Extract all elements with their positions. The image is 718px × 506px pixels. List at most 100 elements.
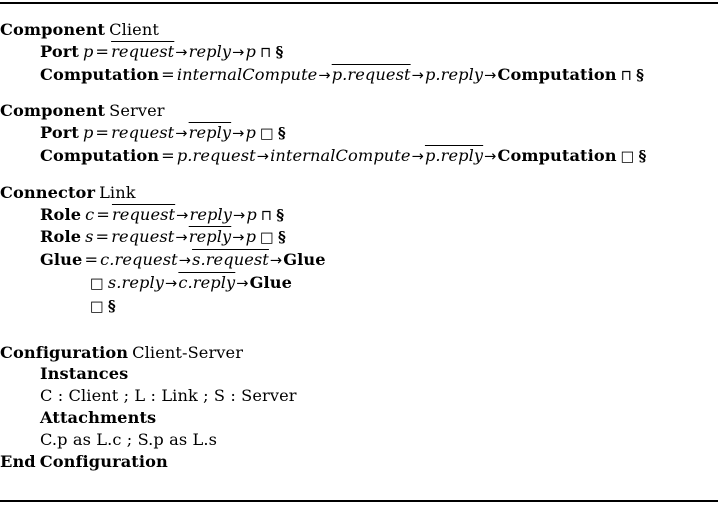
- term-c-reply-overlined: c.reply: [178, 272, 236, 292]
- configuration-header: Configuration Client-Server: [0, 342, 718, 364]
- section-icon: §: [107, 296, 116, 315]
- keyword-connector: Connector: [0, 182, 96, 202]
- term-p-reply: p.reply: [424, 64, 484, 84]
- arrow-icon: →: [236, 274, 249, 292]
- term-c-request: c.request: [100, 250, 178, 270]
- component-server-header: Component Server: [0, 100, 718, 122]
- glue-alternative-1-line: □ s.reply→c.reply→Glue: [0, 272, 718, 295]
- term-p-request: p.request: [176, 145, 256, 165]
- client-computation-line: Computation = internalCompute→p.request→p.…: [0, 64, 718, 87]
- arrow-icon: →: [176, 206, 189, 224]
- equals-sign: =: [84, 250, 99, 270]
- attachments-list: C.p as L.c ; S.p as L.s: [40, 429, 218, 449]
- keyword-computation: Computation: [40, 145, 160, 165]
- bottom-horizontal-rule: [0, 500, 718, 502]
- arrow-icon: →: [411, 147, 424, 165]
- server-port-line: Port p = request→reply→p □ §: [0, 122, 718, 145]
- keyword-end: End: [0, 451, 36, 471]
- keyword-port: Port: [40, 123, 79, 143]
- arrow-icon: →: [165, 274, 178, 292]
- box-icon: □: [90, 274, 104, 292]
- equals-sign: =: [95, 227, 110, 247]
- arrow-icon: →: [318, 66, 331, 84]
- keyword-role: Role: [40, 204, 82, 224]
- top-horizontal-rule: [0, 2, 718, 4]
- role-s-line: Role s = request→reply→p □ §: [0, 226, 718, 249]
- term-s-request-overlined: s.request: [192, 250, 269, 270]
- section-icon: §: [275, 42, 284, 61]
- arrow-icon: →: [175, 229, 188, 247]
- name-link: Link: [99, 182, 136, 202]
- glue-line: Glue = c.request→s.request→Glue: [0, 249, 718, 272]
- term-request: request: [111, 123, 175, 143]
- term-p-reply-overlined: p.reply: [424, 145, 484, 165]
- server-computation-line: Computation = p.request→internalCompute→p.…: [0, 145, 718, 168]
- term-internal-compute: internalCompute: [176, 64, 318, 84]
- box-icon: □: [259, 125, 274, 143]
- term-p-request-overlined: p.request: [331, 64, 411, 84]
- arrow-icon: →: [175, 125, 188, 143]
- term-internal-compute: internalCompute: [270, 145, 411, 165]
- equals-sign: =: [96, 204, 110, 224]
- attachments-list-line: C.p as L.c ; S.p as L.s: [0, 429, 718, 451]
- role-c-line: Role c = request→reply→p ⊓ §: [0, 204, 718, 227]
- keyword-role: Role: [40, 227, 82, 247]
- keyword-instances: Instances: [40, 364, 129, 384]
- term-p: p: [246, 204, 257, 224]
- client-port-line: Port p = request→reply→p ⊓ §: [0, 41, 718, 64]
- keyword-configuration: Configuration: [39, 451, 168, 471]
- keyword-port: Port: [40, 41, 79, 61]
- role-variable-c: c: [85, 204, 95, 224]
- term-p: p: [245, 41, 256, 61]
- equals-sign: =: [95, 41, 110, 61]
- term-request-overlined: request: [111, 41, 175, 61]
- keyword-component: Component: [0, 101, 106, 121]
- arrow-icon: →: [411, 66, 424, 84]
- document-page: Component Client Port p = request→reply→p ⊓ § …: [0, 0, 718, 506]
- term-computation: Computation: [497, 64, 617, 84]
- port-variable-p: p: [82, 41, 94, 61]
- keyword-component: Component: [0, 20, 106, 39]
- arrow-icon: →: [232, 125, 245, 143]
- instances-heading: Instances: [0, 363, 718, 385]
- box-icon: □: [90, 297, 104, 315]
- end-configuration-line: End Configuration: [0, 451, 718, 473]
- equals-sign: =: [95, 123, 110, 143]
- term-computation: Computation: [497, 145, 617, 165]
- instances-list: C : Client ; L : Link ; S : Server: [40, 386, 297, 406]
- arrow-icon: →: [484, 147, 497, 165]
- box-icon: □: [260, 229, 274, 247]
- arrow-icon: →: [484, 66, 497, 84]
- keyword-glue: Glue: [40, 250, 83, 270]
- arrow-icon: →: [175, 43, 188, 61]
- name-client-server: Client-Server: [132, 342, 244, 362]
- attachments-heading: Attachments: [0, 407, 718, 429]
- section-icon: §: [636, 65, 645, 84]
- term-glue: Glue: [283, 250, 326, 270]
- equals-sign: =: [161, 145, 175, 165]
- section-icon: §: [276, 205, 285, 224]
- term-reply-overlined: reply: [188, 123, 232, 143]
- term-reply: reply: [189, 204, 232, 224]
- term-p: p: [245, 123, 256, 143]
- arrow-icon: →: [269, 252, 283, 270]
- section-icon: §: [638, 146, 647, 165]
- section-icon: §: [277, 124, 286, 143]
- keyword-computation: Computation: [40, 64, 160, 84]
- keyword-attachments: Attachments: [40, 407, 157, 427]
- equals-sign: =: [161, 64, 175, 84]
- term-p: p: [245, 227, 257, 247]
- term-reply: reply: [188, 41, 232, 61]
- name-client: Client: [109, 20, 159, 39]
- role-variable-s: s: [85, 227, 94, 247]
- glue-alternative-2-line: □ §: [0, 295, 718, 318]
- sqcap-icon: ⊓: [620, 66, 633, 84]
- arrow-icon: →: [233, 206, 246, 224]
- sqcap-icon: ⊓: [259, 43, 272, 61]
- term-request: request: [111, 227, 175, 247]
- box-icon: □: [620, 147, 635, 165]
- arrow-icon: →: [232, 229, 245, 247]
- arrow-icon: →: [232, 43, 245, 61]
